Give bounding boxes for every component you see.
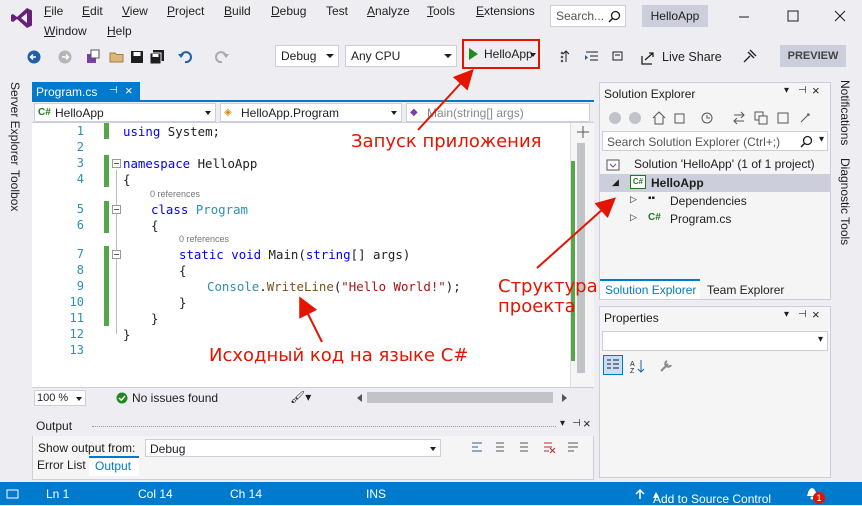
arrow-to-run-button (417, 69, 474, 131)
arrow-to-source-code (299, 296, 323, 343)
annotation-run: Запуск приложения (351, 131, 542, 152)
annotation-code: Исходный код на языке C# (209, 345, 469, 366)
annotation-structure-2: проекта (498, 296, 576, 317)
annotation-arrows (299, 69, 616, 343)
annotation-structure-1: Структура (498, 276, 598, 297)
arrow-to-project-tree (536, 197, 616, 269)
